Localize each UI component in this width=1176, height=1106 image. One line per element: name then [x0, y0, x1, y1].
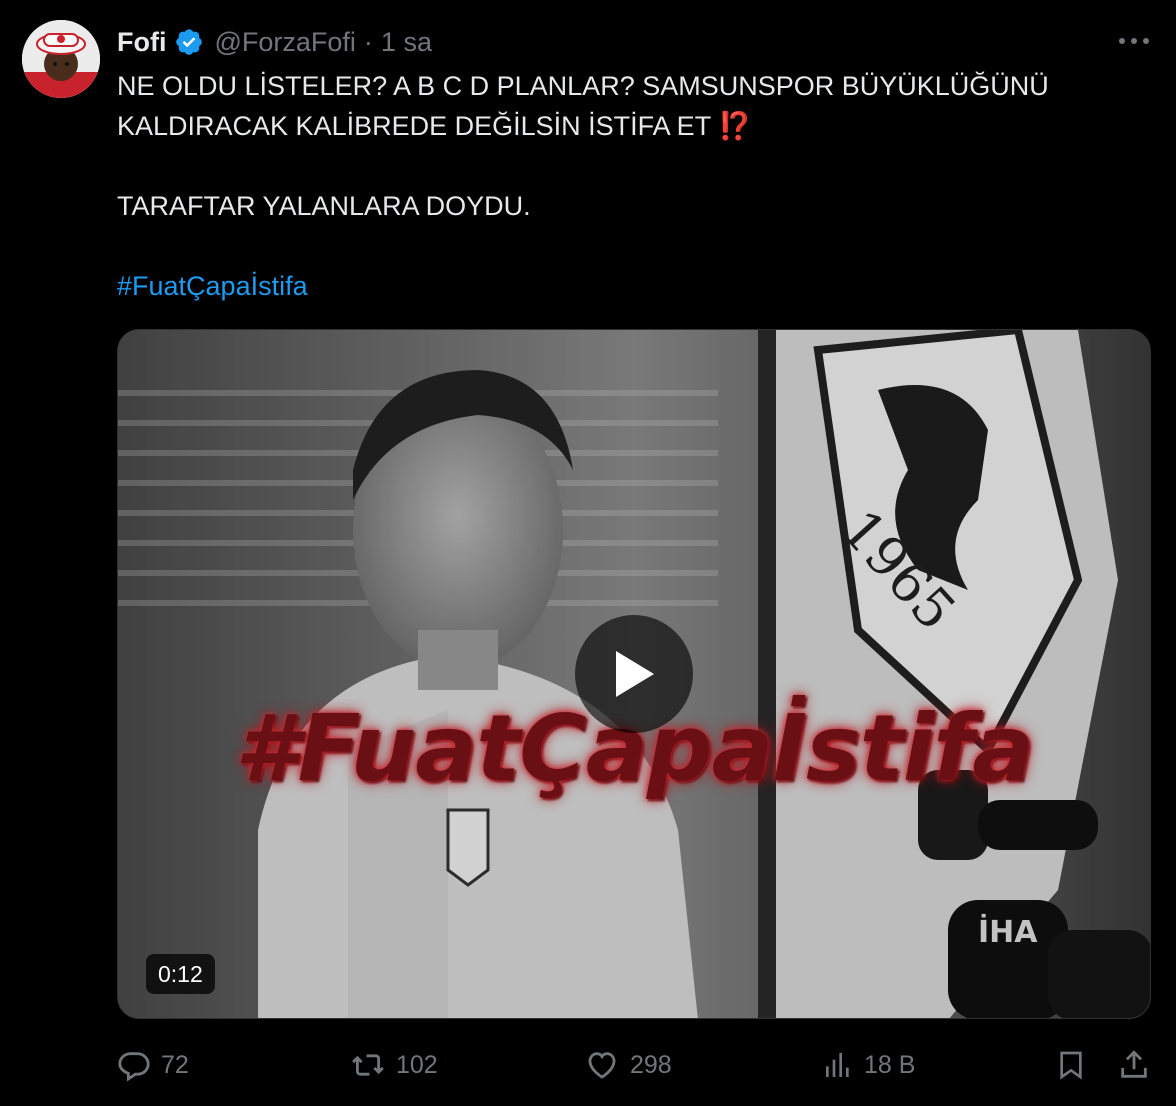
repost-count: 102 — [396, 1050, 438, 1079]
views-button[interactable]: 18 B — [822, 1040, 915, 1090]
share-icon — [1117, 1047, 1151, 1083]
author-handle[interactable]: @ForzaFofi — [214, 27, 355, 58]
reply-button[interactable]: 72 — [117, 1040, 189, 1090]
interrobang-emoji: ⁉️ — [718, 111, 752, 141]
like-count: 298 — [630, 1050, 672, 1079]
tweet-timestamp[interactable]: 1 sa — [381, 27, 432, 58]
tweet-text: NE OLDU LİSTELER? A B C D PLANLAR? SAMSU… — [117, 66, 1157, 306]
more-options-icon[interactable] — [1114, 26, 1154, 56]
bookmark-icon — [1055, 1047, 1087, 1083]
like-button[interactable]: 298 — [584, 1040, 672, 1090]
views-chart-icon — [822, 1048, 854, 1082]
tweet-header: Fofi @ForzaFofi · 1 sa — [117, 24, 432, 60]
play-icon — [616, 651, 654, 697]
views-count: 18 B — [864, 1050, 916, 1079]
avatar-image — [22, 20, 100, 98]
separator-dot: · — [363, 26, 373, 57]
tweet-text-line-3: TARAFTAR YALANLARA DOYDU. — [117, 191, 531, 221]
tweet-text-line-2: KALDIRACAK KALİBREDE DEĞİLSİN İSTİFA ET … — [117, 106, 1157, 146]
verified-badge-icon — [174, 27, 204, 57]
avatar[interactable] — [22, 20, 100, 98]
tweet-text-line-1: NE OLDU LİSTELER? A B C D PLANLAR? SAMSU… — [117, 71, 1049, 101]
tweet-text-line-2-text: KALDIRACAK KALİBREDE DEĞİLSİN İSTİFA ET — [117, 111, 711, 141]
reply-icon — [117, 1048, 151, 1082]
reply-count: 72 — [161, 1050, 189, 1079]
tweet[interactable]: Fofi @ForzaFofi · 1 sa NE OLDU LİSTELER?… — [0, 0, 1176, 1106]
repost-icon — [350, 1048, 386, 1082]
video-player[interactable]: 1965 İHA #FuatÇapaİstifa 0:12 — [117, 329, 1151, 1019]
play-button[interactable] — [575, 615, 693, 733]
bookmark-button[interactable] — [1055, 1040, 1087, 1090]
heart-icon — [584, 1048, 620, 1082]
tweet-actions: 72 102 298 18 B — [117, 1040, 1157, 1090]
display-name[interactable]: Fofi — [117, 27, 166, 58]
share-button[interactable] — [1117, 1040, 1151, 1090]
repost-button[interactable]: 102 — [350, 1040, 438, 1090]
hashtag-link[interactable]: #FuatÇapaİstifa — [117, 271, 308, 301]
video-duration: 0:12 — [146, 954, 215, 994]
